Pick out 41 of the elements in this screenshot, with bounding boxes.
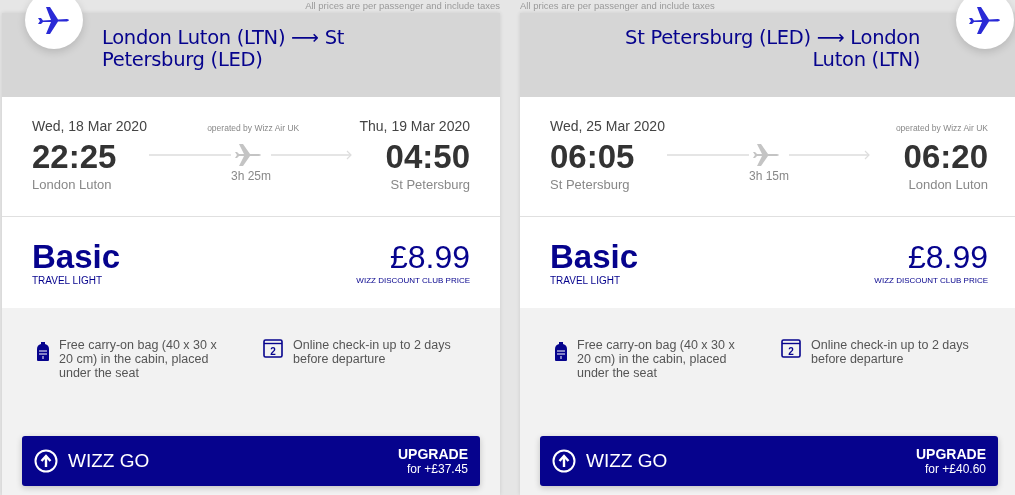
flight-duration: 3h 25m <box>231 168 271 183</box>
upgrade-button[interactable]: WIZZ GO UPGRADE for +£37.45 <box>22 435 480 486</box>
departure-city: London Luton <box>32 176 113 192</box>
upload-circle-icon <box>552 448 576 473</box>
departure-time: 06:05 <box>550 138 635 175</box>
calendar-icon: 2 <box>263 337 283 358</box>
arrival-city: London Luton <box>908 176 988 192</box>
fare-name: Basic <box>32 238 121 275</box>
arrival-date: Thu, 19 Mar 2020 <box>359 117 470 134</box>
arrival-time: 04:50 <box>385 138 470 175</box>
plane-icon <box>967 4 1003 35</box>
departure-date: Wed, 18 Mar 2020 <box>32 117 147 134</box>
operator-note: operated by Wizz Air UK <box>895 122 988 133</box>
price-note: All prices are per passenger and include taxes <box>520 0 715 13</box>
plane-icon <box>36 4 72 35</box>
fare-price: £8.99 <box>389 238 470 275</box>
fare-tagline: TRAVEL LIGHT <box>550 274 621 286</box>
feature-text: Free carry-on bag (40 x 30 x 20 cm) in the cabin, placed under the seat <box>59 337 218 380</box>
operator-note: operated by Wizz Air UK <box>207 122 300 133</box>
fare-price: £8.99 <box>907 238 988 275</box>
route-title: St Petersburg (LED) ⟶ London Luton (LTN) <box>624 26 920 73</box>
price-label: WIZZ DISCOUNT CLUB PRICE <box>356 275 470 285</box>
upgrade-button[interactable]: WIZZ GO UPGRADE for +£40.60 <box>540 435 998 486</box>
fare-tagline: TRAVEL LIGHT <box>32 274 103 286</box>
feature-text: Online check-in up to 2 days before departure <box>811 337 970 366</box>
upload-circle-icon <box>34 448 58 473</box>
departure-city: St Petersburg <box>550 176 631 192</box>
price-note: All prices are per passenger and include taxes <box>305 0 500 13</box>
route-title: London Luton (LTN) ⟶ St Petersburg (LED) <box>102 26 346 73</box>
departure-time: 22:25 <box>32 138 117 175</box>
departure-date: Wed, 25 Mar 2020 <box>550 117 665 134</box>
feature-text: Free carry-on bag (40 x 30 x 20 cm) in the cabin, placed under the seat <box>577 337 736 380</box>
backpack-icon <box>37 341 49 361</box>
backpack-icon <box>555 341 567 361</box>
fare-name: Basic <box>550 238 639 275</box>
arrival-city: St Petersburg <box>390 176 470 192</box>
arrival-time: 06:20 <box>903 138 988 175</box>
calendar-icon: 2 <box>781 337 801 358</box>
flight-duration: 3h 15m <box>749 168 789 183</box>
feature-text: Online check-in up to 2 days before departure <box>293 337 452 366</box>
price-label: WIZZ DISCOUNT CLUB PRICE <box>874 275 988 285</box>
